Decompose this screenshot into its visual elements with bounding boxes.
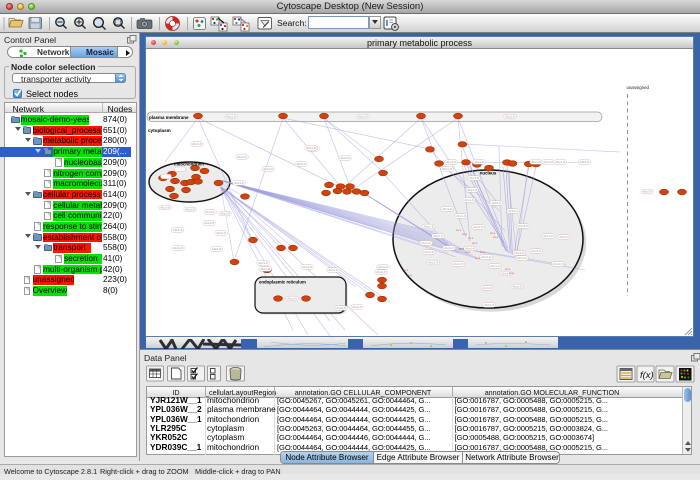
svg-text:Abc1-8: Abc1-8	[185, 208, 195, 212]
svg-text:Abc1-8: Abc1-8	[220, 212, 230, 216]
svg-text:Abc1-8: Abc1-8	[306, 146, 316, 150]
svg-text:Abc1-8: Abc1-8	[358, 115, 368, 119]
svg-text:Abc1-8: Abc1-8	[473, 225, 483, 229]
svg-text:Abc1-8: Abc1-8	[237, 155, 247, 159]
svg-text:Abc1-8: Abc1-8	[160, 206, 170, 210]
svg-text:Abc1-8: Abc1-8	[543, 234, 553, 238]
svg-text:Abc1-8: Abc1-8	[442, 207, 452, 211]
svg-text:Abc1-8: Abc1-8	[474, 160, 484, 164]
svg-text:Abc1-8: Abc1-8	[226, 115, 236, 119]
svg-text:Abc1-8: Abc1-8	[296, 162, 306, 166]
svg-text:xx-x: xx-x	[456, 228, 462, 232]
svg-text:xx-x: xx-x	[480, 250, 486, 254]
svg-text:Abc1-8: Abc1-8	[555, 160, 565, 164]
svg-text:xx-x: xx-x	[472, 241, 478, 245]
svg-text:Abc1-8: Abc1-8	[481, 255, 491, 259]
svg-text:unassigned: unassigned	[627, 85, 650, 90]
svg-text:f(x): f(x)	[640, 370, 654, 381]
svg-text:xx-x: xx-x	[403, 268, 409, 272]
svg-text:Abc1-8: Abc1-8	[260, 267, 270, 271]
svg-text:Abc1-8: Abc1-8	[512, 285, 522, 289]
svg-text:Abc1-8: Abc1-8	[505, 115, 515, 119]
svg-text:Abc1-8: Abc1-8	[482, 286, 492, 290]
svg-text:Abc1-8: Abc1-8	[302, 265, 312, 269]
svg-text:xx-x: xx-x	[475, 256, 481, 260]
svg-text:Abc1-8: Abc1-8	[642, 190, 652, 194]
svg-text:nucleus: nucleus	[480, 171, 497, 176]
svg-text:Abc1-8: Abc1-8	[580, 160, 590, 164]
svg-text:Abc1-8: Abc1-8	[531, 249, 541, 253]
svg-text:Abc1-8: Abc1-8	[484, 303, 494, 307]
svg-text:Abc1-8: Abc1-8	[518, 224, 528, 228]
svg-text:Abc1-8: Abc1-8	[517, 256, 527, 260]
svg-text:Abc1-8: Abc1-8	[328, 268, 338, 272]
svg-text:Abc1-8: Abc1-8	[212, 247, 222, 251]
svg-text:Abc1-8: Abc1-8	[469, 176, 479, 180]
svg-text:Abc1-8: Abc1-8	[543, 160, 553, 164]
svg-text:Abc1-8: Abc1-8	[446, 160, 456, 164]
svg-text:Abc1-8: Abc1-8	[336, 306, 346, 310]
svg-text:Abc1-8: Abc1-8	[424, 250, 434, 254]
svg-text:Abc1-8: Abc1-8	[258, 261, 268, 265]
svg-text:Abc1-8: Abc1-8	[453, 262, 463, 266]
svg-text:xx-x: xx-x	[468, 236, 474, 240]
svg-text:xx-x: xx-x	[462, 232, 468, 236]
svg-text:Abc1-8: Abc1-8	[490, 264, 500, 268]
svg-text:cytoplasm: cytoplasm	[148, 128, 171, 133]
svg-text:Abc1-8: Abc1-8	[216, 231, 226, 235]
svg-text:xx-x: xx-x	[493, 235, 499, 239]
svg-text:xx-x: xx-x	[459, 247, 465, 251]
svg-text:Abc1-8: Abc1-8	[352, 305, 362, 309]
svg-text:Abc1-8: Abc1-8	[421, 241, 431, 245]
svg-text:Abc1-8: Abc1-8	[553, 262, 563, 266]
svg-text:Abc1-8: Abc1-8	[287, 297, 297, 301]
svg-text:Abc1-8: Abc1-8	[508, 209, 518, 213]
svg-text:mitochondrion: mitochondrion	[174, 162, 204, 167]
svg-text:Abc1-8: Abc1-8	[173, 246, 183, 250]
svg-text:Abc1-8: Abc1-8	[378, 265, 388, 269]
svg-text:Abc1-8: Abc1-8	[467, 188, 477, 192]
svg-text:Abc1-8: Abc1-8	[173, 228, 183, 232]
svg-text:Abc1-8: Abc1-8	[340, 156, 350, 160]
svg-text:Abc1-8: Abc1-8	[376, 270, 386, 274]
svg-text:Abc1-8: Abc1-8	[514, 251, 524, 255]
svg-text:xx-x: xx-x	[407, 273, 413, 277]
svg-text:Abc1-8: Abc1-8	[456, 214, 466, 218]
svg-text:Abc1-8: Abc1-8	[559, 235, 569, 239]
svg-text:Abc1-8: Abc1-8	[531, 160, 541, 164]
svg-text:Abc1-8: Abc1-8	[442, 167, 452, 171]
svg-text:Abc1-8: Abc1-8	[464, 198, 474, 202]
svg-text:Abc1-8: Abc1-8	[444, 246, 454, 250]
svg-text:Abc1-8: Abc1-8	[204, 221, 214, 225]
svg-text:Abc1-8: Abc1-8	[234, 181, 244, 185]
svg-text:Abc1-8: Abc1-8	[205, 210, 215, 214]
svg-text:endoplasmic reticulum: endoplasmic reticulum	[259, 280, 306, 285]
svg-text:Abc1-8: Abc1-8	[491, 201, 501, 205]
svg-text:Abc1-8: Abc1-8	[263, 167, 273, 171]
svg-text:Abc1-8: Abc1-8	[192, 142, 202, 146]
svg-text:xx-x: xx-x	[509, 271, 515, 275]
svg-text:xx-x: xx-x	[465, 250, 471, 254]
svg-text:Abc1-8: Abc1-8	[424, 225, 434, 229]
svg-text:Abc1-8: Abc1-8	[428, 261, 438, 265]
svg-text:plasma membrane: plasma membrane	[149, 115, 189, 120]
svg-text:Abc1-8: Abc1-8	[433, 234, 443, 238]
